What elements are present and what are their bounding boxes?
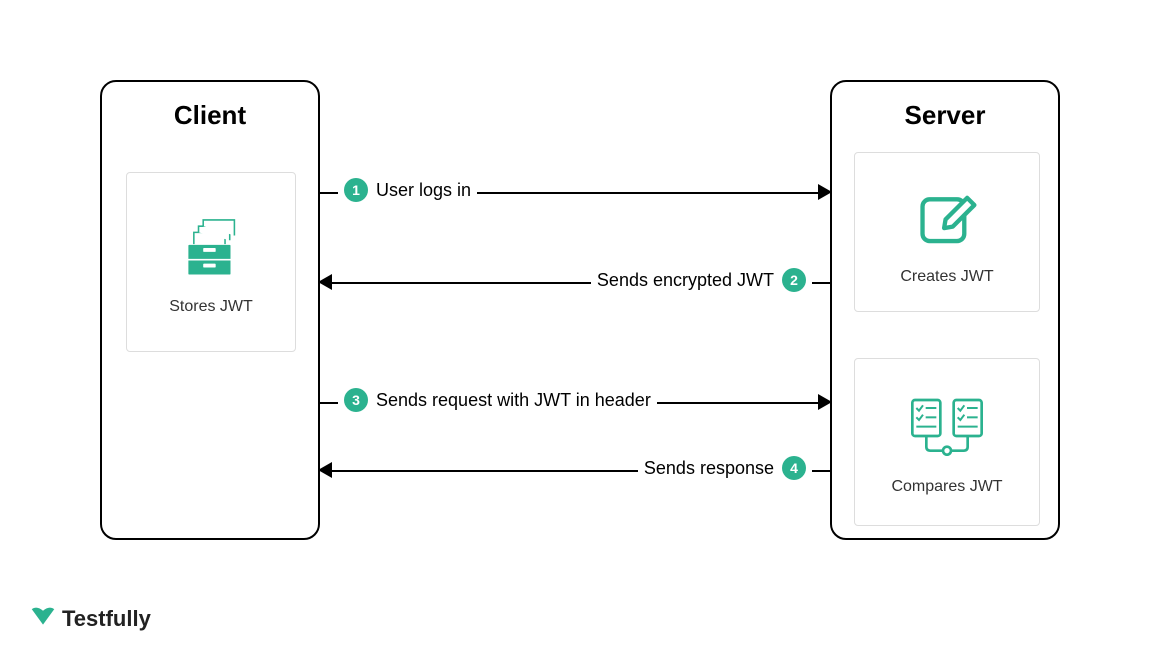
arrow-text-2: Sends encrypted JWT — [597, 270, 774, 291]
server-card2-label: Compares JWT — [891, 478, 1002, 496]
arrow-head-left-icon — [318, 462, 332, 478]
step-badge-3: 3 — [344, 388, 368, 412]
server-card-creates-jwt: Creates JWT — [854, 152, 1040, 312]
server-card-compares-jwt: Compares JWT — [854, 358, 1040, 526]
brand-logo: Testfully — [30, 605, 151, 632]
arrow-head-left-icon — [318, 274, 332, 290]
arrow-label-3: 3 Sends request with JWT in header — [338, 388, 657, 412]
server-card1-label: Creates JWT — [900, 268, 993, 286]
brand-mark-icon — [30, 605, 56, 632]
arrow-text-3: Sends request with JWT in header — [376, 390, 651, 411]
arrow-label-1: 1 User logs in — [338, 178, 477, 202]
client-card-stores-jwt: Stores JWT — [126, 172, 296, 352]
arrow-text-4: Sends response — [644, 458, 774, 479]
server-title: Server — [832, 100, 1058, 131]
brand-name: Testfully — [62, 606, 151, 632]
arrow-head-right-icon — [818, 184, 832, 200]
file-drawer-icon — [171, 208, 251, 288]
client-card-label: Stores JWT — [169, 298, 253, 316]
arrow-step-2: Sends encrypted JWT 2 — [320, 268, 830, 298]
client-title: Client — [102, 100, 318, 131]
arrow-label-2: Sends encrypted JWT 2 — [591, 268, 812, 292]
compare-lists-icon — [907, 388, 987, 468]
pencil-edit-icon — [907, 178, 987, 258]
arrow-step-3: 3 Sends request with JWT in header — [320, 388, 830, 418]
step-badge-4: 4 — [782, 456, 806, 480]
step-badge-1: 1 — [344, 178, 368, 202]
server-box: Server Creates JWT — [830, 80, 1060, 540]
arrow-step-1: 1 User logs in — [320, 178, 830, 208]
arrow-step-4: Sends response 4 — [320, 456, 830, 486]
jwt-flow-diagram: Client Stores JWT Server — [0, 0, 1155, 650]
arrow-head-right-icon — [818, 394, 832, 410]
client-box: Client Stores JWT — [100, 80, 320, 540]
arrow-text-1: User logs in — [376, 180, 471, 201]
step-badge-2: 2 — [782, 268, 806, 292]
arrow-label-4: Sends response 4 — [638, 456, 812, 480]
